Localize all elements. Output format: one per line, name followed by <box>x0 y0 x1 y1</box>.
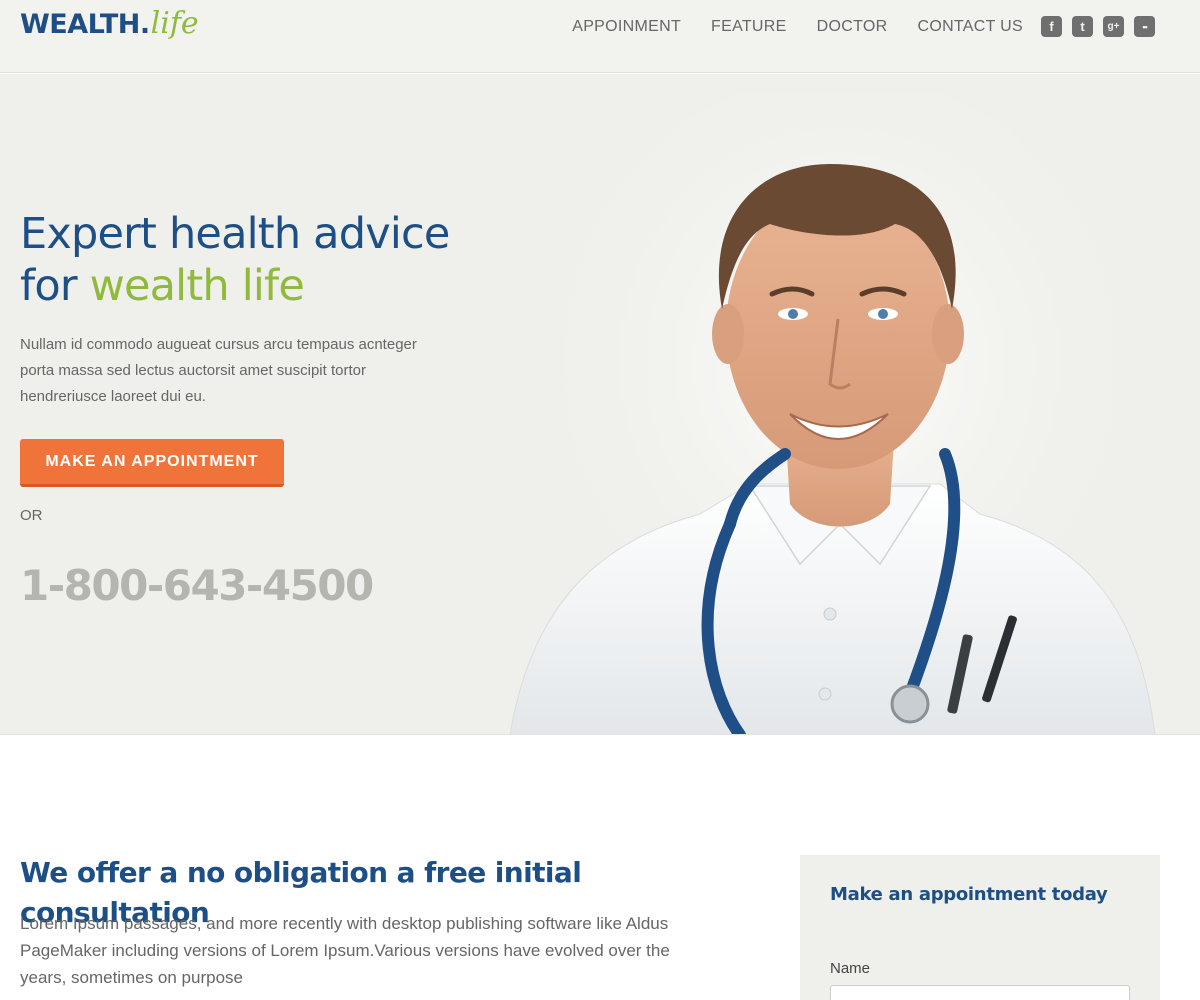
or-label: OR <box>20 507 43 524</box>
hero-description: Nullam id commodo augueat cursus arcu te… <box>20 336 417 405</box>
nav-item-doctor[interactable]: DOCTOR <box>817 16 888 38</box>
logo-script: life <box>150 6 199 41</box>
logo-wordmark: WEALTH. <box>20 9 150 40</box>
nav-item-appoinment[interactable]: APPOINMENT <box>572 16 681 38</box>
hero-title-line1: Expert health advice <box>20 209 450 259</box>
google-plus-icon[interactable]: g+ <box>1103 16 1124 37</box>
nav-item-contact-us[interactable]: CONTACT US <box>917 16 1023 38</box>
hero-title-accent: wealth life <box>89 261 305 311</box>
appointment-form: Make an appointment today Name <box>800 855 1160 1000</box>
doctor-image <box>509 94 1156 734</box>
hero-section: Expert health advice for wealth life Nul… <box>0 74 1200 735</box>
social-links: f t g+ •• <box>1041 16 1155 37</box>
name-label: Name <box>830 960 871 977</box>
logo[interactable]: WEALTH. life <box>20 4 199 44</box>
site-header: WEALTH. life APPOINMENT FEATURE DOCTOR C… <box>0 0 1200 73</box>
main-nav: APPOINMENT FEATURE DOCTOR CONTACT US <box>572 16 1023 38</box>
hero-title-for: for <box>20 261 90 311</box>
name-input[interactable] <box>830 985 1130 1000</box>
twitter-icon[interactable]: t <box>1072 16 1093 37</box>
appointment-form-title: Make an appointment today <box>830 884 1108 905</box>
nav-item-feature[interactable]: FEATURE <box>711 16 787 38</box>
flickr-icon[interactable]: •• <box>1134 16 1155 37</box>
consultation-description: Lorem Ipsum passages, and more recently … <box>20 914 670 987</box>
make-appointment-button[interactable]: MAKE AN APPOINTMENT <box>20 439 284 487</box>
hero-title: Expert health advice for wealth life <box>20 208 480 312</box>
phone-number[interactable]: 1-800-643-4500 <box>20 558 374 614</box>
facebook-icon[interactable]: f <box>1041 16 1062 37</box>
